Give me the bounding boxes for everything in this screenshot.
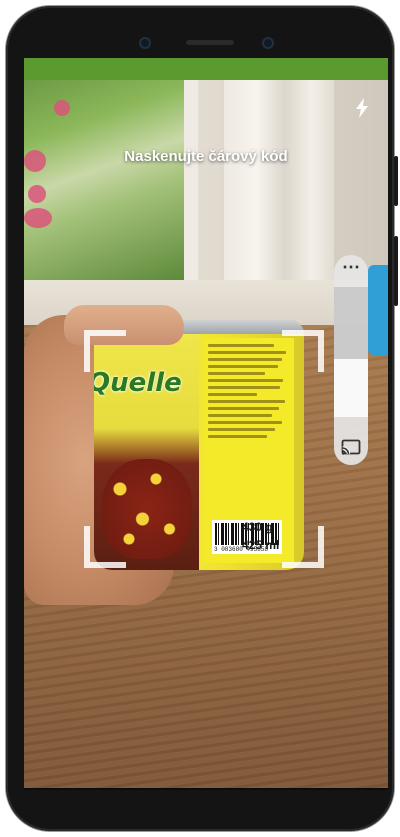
front-camera xyxy=(139,37,151,49)
front-sensor xyxy=(262,37,274,49)
camera-preview: Quelle 3 083680 495858 430 g 425 ml Nask… xyxy=(24,80,388,788)
screen: Quelle 3 083680 495858 430 g 425 ml Nask… xyxy=(24,58,388,788)
scan-viewfinder xyxy=(84,330,324,568)
background-flower xyxy=(24,208,52,228)
more-horizontal-icon: ⋯ xyxy=(342,257,360,277)
bottom-bezel xyxy=(24,788,388,790)
flash-icon xyxy=(356,98,368,118)
cast-button[interactable] xyxy=(339,435,363,459)
status-bar xyxy=(24,58,388,80)
volume-button xyxy=(394,156,398,206)
background-object xyxy=(368,265,388,355)
flash-toggle-button[interactable] xyxy=(350,96,374,120)
earpiece-speaker xyxy=(186,40,234,45)
background-flower xyxy=(54,100,70,116)
level-slider[interactable] xyxy=(334,287,368,417)
viewfinder-corner-top-right xyxy=(282,330,324,372)
scan-instruction: Naskenujte čárový kód xyxy=(124,148,288,165)
level-slider-fill xyxy=(334,358,368,417)
viewfinder-corner-top-left xyxy=(84,330,126,372)
background-window xyxy=(24,80,198,292)
more-options-button[interactable]: ⋯ xyxy=(334,257,368,283)
viewfinder-corner-bottom-right xyxy=(282,526,324,568)
cast-icon xyxy=(341,439,361,455)
power-button xyxy=(394,236,398,306)
viewfinder-corner-bottom-left xyxy=(84,526,126,568)
background-flower xyxy=(28,185,46,203)
side-control-panel: ⋯ xyxy=(334,255,368,465)
